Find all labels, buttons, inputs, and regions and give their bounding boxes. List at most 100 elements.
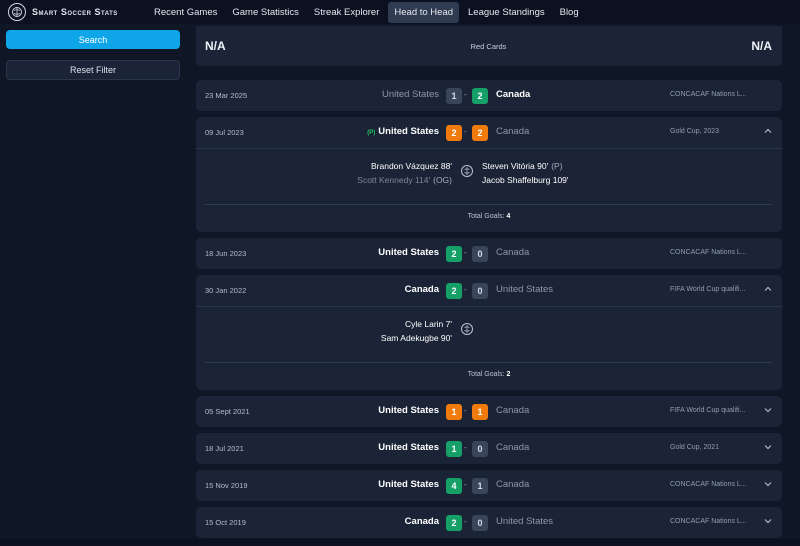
home-team-label: United States [378, 247, 439, 258]
match-date: 09 Jul 2023 [205, 128, 244, 137]
home-score-badge: 2 [446, 283, 462, 299]
goal-scorer: Brandon Vázquez 88' [370, 161, 452, 171]
away-score-badge: 0 [472, 283, 488, 299]
competition-name: CONCACAF Nations L... [670, 481, 747, 488]
home-score-badge: 2 [446, 515, 462, 531]
goal-entry: Steven Vitória 90' (P) [482, 159, 569, 173]
goal-details: Cyle Larin 7' Sam Adekugbe 90' Total Goals… [196, 306, 782, 390]
match-date: 15 Nov 2019 [205, 481, 248, 490]
away-team-name: United States [496, 516, 554, 527]
home-team-label: United States [381, 89, 439, 100]
match-card[interactable]: 18 Jul 2021 United States 1-0 Canada Gold Cu… [196, 433, 782, 464]
home-score-badge: 4 [446, 478, 462, 494]
match-date: 18 Jun 2023 [205, 249, 247, 258]
match-card[interactable]: 18 Jun 2023 United States 2-0 Canada CONCACA… [196, 238, 782, 269]
away-score-badge: 0 [472, 246, 488, 262]
soccer-ball-icon [461, 165, 473, 177]
away-team-name: Canada [496, 247, 530, 258]
away-score-badge: 0 [472, 441, 488, 457]
stat-label: Red Cards [470, 41, 507, 51]
competition-name: Gold Cup, 2023 [670, 128, 720, 135]
score-separator: - [464, 127, 467, 136]
home-team-name: Canada [405, 516, 439, 527]
head-to-head-panel: N/A Red Cards N/A 23 Mar 2025 United Stat… [196, 26, 782, 544]
home-team-label: Canada [404, 516, 439, 527]
stat-right-value: N/A [751, 39, 772, 53]
home-team-label: United States [378, 126, 439, 137]
home-score-badge: 1 [446, 404, 462, 420]
competition-name: CONCACAF Nations L... [670, 91, 747, 98]
nav-link-blog[interactable]: Blog [554, 2, 585, 23]
home-team-name: United States [378, 247, 439, 258]
total-goals-value: 2 [506, 371, 511, 378]
match-row[interactable]: 18 Jul 2021 United States 1-0 Canada Gold Cu… [196, 433, 782, 464]
home-team-name: United States [378, 405, 439, 416]
goal-entry: Sam Adekugbe 90' [381, 331, 452, 345]
home-score-badge: 2 [446, 125, 462, 141]
details-divider [205, 204, 772, 205]
search-button[interactable]: Search [6, 30, 180, 49]
home-score-badge: 2 [446, 246, 462, 262]
competition-name: CONCACAF Nations L... [670, 249, 747, 256]
away-team-name: Canada [496, 89, 531, 100]
score-separator: - [464, 480, 467, 489]
home-team-label: United States [378, 479, 439, 490]
stat-left-value: N/A [205, 39, 226, 53]
match-card[interactable]: 23 Mar 2025 United States 1-2 Canada CONCACA… [196, 80, 782, 111]
score-separator: - [464, 517, 467, 526]
match-date: 30 Jan 2022 [205, 286, 247, 295]
total-goals: Total Goals: 4 [196, 213, 782, 220]
total-goals-value: 4 [506, 213, 511, 220]
home-score-badge: 1 [446, 88, 462, 104]
reset-filter-button[interactable]: Reset Filter [6, 60, 180, 80]
nav-link-league-standings[interactable]: League Standings [462, 2, 551, 23]
competition-name: Gold Cup, 2021 [670, 444, 720, 451]
match-row[interactable]: 23 Mar 2025 United States 1-2 Canada CONCACA… [196, 80, 782, 111]
chevron-down-icon[interactable] [763, 479, 773, 489]
match-row[interactable]: 15 Nov 2019 United States 4-1 Canada CONCACA… [196, 470, 782, 501]
match-row[interactable]: 18 Jun 2023 United States 2-0 Canada CONCACA… [196, 238, 782, 269]
soccer-ball-icon [8, 3, 26, 21]
match-row[interactable]: 09 Jul 2023 (P) United States 2-2 Canada Gold… [196, 117, 782, 148]
match-row[interactable]: 15 Oct 2019 Canada 2-0 United States CONCACA… [196, 507, 782, 538]
brand-name: Smart Soccer Stats [32, 7, 118, 17]
nav-link-game-statistics[interactable]: Game Statistics [226, 2, 305, 23]
home-team-name: United States [382, 89, 439, 100]
chevron-down-icon[interactable] [763, 405, 773, 415]
match-card[interactable]: 15 Oct 2019 Canada 2-0 United States CONCACA… [196, 507, 782, 538]
home-team-label: Canada [404, 284, 439, 295]
goal-tag: (OG) [433, 175, 452, 185]
soccer-ball-icon [461, 323, 473, 335]
goal-entry: Jacob Shaffelburg 109' [482, 173, 569, 187]
nav-link-streak-explorer[interactable]: Streak Explorer [308, 2, 385, 23]
penalty-badge: (P) [367, 130, 376, 136]
home-team-name: United States [378, 442, 439, 453]
match-card[interactable]: 30 Jan 2022 Canada 2-0 United States FIFA Wo… [196, 275, 782, 390]
competition-name: FIFA World Cup qualifi... [670, 286, 746, 293]
away-score-badge: 1 [472, 404, 488, 420]
chevron-down-icon[interactable] [763, 442, 773, 452]
away-score-badge: 1 [472, 478, 488, 494]
home-score-badge: 1 [446, 441, 462, 457]
competition-name: CONCACAF Nations L... [670, 518, 747, 525]
nav-link-head-to-head[interactable]: Head to Head [388, 1, 460, 23]
home-team-label: United States [378, 405, 439, 416]
away-score-badge: 0 [472, 515, 488, 531]
away-team-name: Canada [496, 126, 530, 137]
away-team-name: Canada [496, 479, 530, 490]
goal-tag: (P) [551, 161, 563, 171]
nav-link-recent-games[interactable]: Recent Games [148, 2, 223, 23]
chevron-up-icon[interactable] [763, 284, 773, 294]
brand-logo[interactable]: Smart Soccer Stats [8, 3, 148, 21]
match-card[interactable]: 05 Sept 2021 United States 1-1 Canada FIFA W… [196, 396, 782, 427]
home-goal-list: Cyle Larin 7' Sam Adekugbe 90' [381, 317, 452, 345]
match-row[interactable]: 30 Jan 2022 Canada 2-0 United States FIFA Wo… [196, 275, 782, 306]
match-card[interactable]: 09 Jul 2023 (P) United States 2-2 Canada Gold… [196, 117, 782, 232]
away-team-name: Canada [496, 405, 530, 416]
match-card[interactable]: 15 Nov 2019 United States 4-1 Canada CONCACA… [196, 470, 782, 501]
away-goal-list: Steven Vitória 90' (P) Jacob Shaffelburg 1… [482, 159, 569, 187]
chevron-up-icon[interactable] [763, 126, 773, 136]
match-row[interactable]: 05 Sept 2021 United States 1-1 Canada FIFA W… [196, 396, 782, 427]
score-separator: - [464, 248, 467, 257]
chevron-down-icon[interactable] [763, 516, 773, 526]
